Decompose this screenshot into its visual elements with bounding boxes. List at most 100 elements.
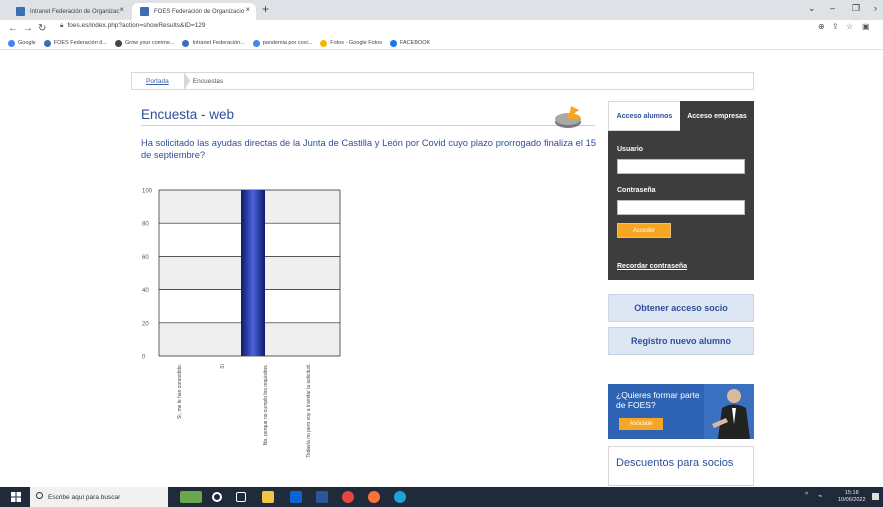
network-icon[interactable]: ⌁ bbox=[818, 492, 822, 500]
y-tick-label: 0 bbox=[142, 355, 146, 361]
google-icon bbox=[252, 39, 260, 47]
grow-icon bbox=[114, 39, 122, 47]
tab-title: FOES Federación de Organizacio bbox=[154, 8, 245, 15]
bookmark-intranet[interactable]: Intranet Federación... bbox=[182, 39, 245, 47]
task-view-icon[interactable] bbox=[236, 492, 246, 502]
share-icon[interactable]: ⇪ bbox=[832, 22, 839, 31]
username-field[interactable] bbox=[617, 159, 745, 174]
bookmark-grow[interactable]: Grow your comme... bbox=[114, 39, 175, 47]
chrome-icon[interactable] bbox=[342, 491, 354, 503]
bookmark-foes[interactable]: FOES Federación d... bbox=[43, 39, 107, 47]
bookmark-label: Fotos - Google Fotos bbox=[330, 40, 382, 46]
edge-icon[interactable] bbox=[394, 491, 406, 503]
back-icon[interactable]: ← bbox=[8, 23, 18, 34]
search-icon bbox=[36, 492, 43, 499]
taskbar-clock[interactable]: 15:18 10/06/2022 bbox=[838, 490, 866, 504]
clock-time: 15:18 bbox=[844, 490, 859, 496]
cortana-icon[interactable] bbox=[212, 492, 222, 502]
facebook-icon bbox=[389, 39, 397, 47]
login-panel: Acceso alumnos Acceso empresas Usuario C… bbox=[608, 101, 754, 280]
search-placeholder: Escribe aquí para buscar bbox=[48, 493, 121, 501]
y-tick-label: 60 bbox=[142, 255, 149, 261]
member-access-button[interactable]: Obtener acceso socio bbox=[608, 294, 754, 322]
forgot-password-link[interactable]: Recordar contraseña bbox=[617, 263, 687, 270]
breadcrumb-separator bbox=[184, 72, 190, 90]
firefox-icon[interactable] bbox=[368, 491, 380, 503]
forward-icon[interactable]: → bbox=[23, 23, 33, 34]
breadcrumb: Portada Encuestas bbox=[131, 72, 754, 90]
bookmark-pandemia[interactable]: pandemia por covi... bbox=[252, 39, 312, 47]
address-bar[interactable]: 🔒︎ foes.es/index.php?action=showResults&I… bbox=[60, 22, 206, 30]
profile-icon[interactable]: ▣ bbox=[862, 22, 870, 31]
y-tick-label: 80 bbox=[142, 222, 149, 228]
tab-close-icon[interactable]: × bbox=[245, 5, 250, 14]
page-title: Encuesta - web bbox=[141, 107, 235, 122]
tab-students[interactable]: Acceso alumnos bbox=[608, 101, 680, 131]
bookmark-facebook[interactable]: FACEBOOK bbox=[389, 39, 431, 47]
url-text: foes.es/index.php?action=showResults&ID=… bbox=[67, 22, 206, 29]
x-category-label: Todavía no pero voy a tramitar la solici… bbox=[306, 364, 312, 458]
tab-close-icon[interactable]: × bbox=[119, 5, 124, 14]
x-category-label: Sí, me le han concedido. bbox=[177, 364, 183, 419]
chart-bar bbox=[241, 190, 265, 356]
bookmark-label: Intranet Federación... bbox=[192, 40, 245, 46]
join-foes-banner[interactable]: ¿Quieres formar parte de FOES? Asóciate bbox=[608, 384, 754, 439]
google-photos-icon bbox=[320, 39, 328, 47]
breadcrumb-home-link[interactable]: Portada bbox=[132, 78, 183, 85]
site-favicon-icon bbox=[140, 7, 149, 16]
bookmark-label: Grow your comme... bbox=[124, 40, 175, 46]
zoom-icon[interactable]: ⊕ bbox=[818, 22, 825, 31]
bookmark-google[interactable]: Google bbox=[8, 39, 36, 47]
tab-search-icon[interactable]: ⌄ bbox=[808, 3, 816, 14]
windows-start-icon[interactable] bbox=[11, 492, 21, 502]
bookmark-label: Google bbox=[18, 40, 36, 46]
register-student-button[interactable]: Registro nuevo alumno bbox=[608, 327, 754, 355]
new-tab-button[interactable]: + bbox=[262, 2, 269, 16]
login-button[interactable]: Acceder bbox=[617, 223, 671, 238]
survey-question: Ha solicitado las ayudas directas de la … bbox=[141, 138, 596, 160]
y-tick-label: 20 bbox=[142, 321, 149, 327]
password-field[interactable] bbox=[617, 200, 745, 215]
x-category-label: Sí bbox=[220, 363, 226, 368]
password-label: Contraseña bbox=[617, 187, 656, 194]
y-tick-label: 40 bbox=[142, 288, 149, 294]
maximize-icon[interactable]: ❐ bbox=[852, 3, 860, 14]
windows-taskbar: Escribe aquí para buscar ^ ⌁ 15:18 10/06… bbox=[0, 487, 883, 507]
close-window-icon[interactable]: › bbox=[874, 3, 877, 13]
word-icon[interactable] bbox=[316, 491, 328, 503]
outlook-icon[interactable] bbox=[290, 491, 302, 503]
file-explorer-icon[interactable] bbox=[262, 491, 274, 503]
minimize-icon[interactable]: – bbox=[830, 3, 835, 13]
browser-tab-foes[interactable]: FOES Federación de Organizacio × bbox=[132, 3, 256, 20]
banner-text: ¿Quieres formar parte de FOES? bbox=[616, 390, 700, 410]
title-divider bbox=[141, 125, 595, 126]
tab-title: Intranet Federación de Organizac bbox=[30, 8, 120, 15]
tab-companies[interactable]: Acceso empresas bbox=[680, 101, 754, 131]
bookmarks-bar: Google FOES Federación d... Grow your co… bbox=[0, 36, 883, 50]
lock-icon: 🔒︎ bbox=[60, 22, 64, 29]
bookmark-fotos[interactable]: Fotos - Google Fotos bbox=[320, 39, 382, 47]
foes-icon bbox=[43, 39, 51, 47]
survey-pie-icon bbox=[555, 106, 581, 128]
bookmark-label: FACEBOOK bbox=[399, 40, 431, 46]
y-tick-label: 100 bbox=[142, 189, 153, 195]
browser-tab-intranet[interactable]: Intranet Federación de Organizac × bbox=[8, 3, 130, 20]
intranet-icon bbox=[182, 39, 190, 47]
businessman-image bbox=[704, 384, 754, 439]
bookmark-star-icon[interactable]: ☆ bbox=[846, 22, 853, 31]
results-chart: 0 20 40 60 80 100 Sí, me le han concedido. Sí No… bbox=[142, 189, 341, 458]
clock-date: 10/06/2022 bbox=[838, 497, 866, 503]
google-icon bbox=[8, 39, 15, 47]
tray-chevron-icon[interactable]: ^ bbox=[805, 492, 808, 499]
username-label: Usuario bbox=[617, 146, 644, 153]
reload-icon[interactable]: ↻ bbox=[38, 23, 46, 34]
member-discounts-box[interactable]: Descuentos para socios bbox=[608, 446, 754, 486]
site-favicon-icon bbox=[16, 7, 25, 16]
notifications-icon[interactable] bbox=[872, 493, 879, 500]
x-category-label: No, porque no cumplo los requisitos. bbox=[263, 364, 269, 445]
browser-tab-bar: Intranet Federación de Organizac × FOES … bbox=[0, 0, 883, 20]
join-button[interactable]: Asóciate bbox=[619, 418, 663, 430]
weather-icon[interactable] bbox=[180, 491, 202, 503]
bookmark-label: FOES Federación d... bbox=[53, 40, 107, 46]
taskbar-search-input[interactable]: Escribe aquí para buscar bbox=[30, 487, 168, 507]
